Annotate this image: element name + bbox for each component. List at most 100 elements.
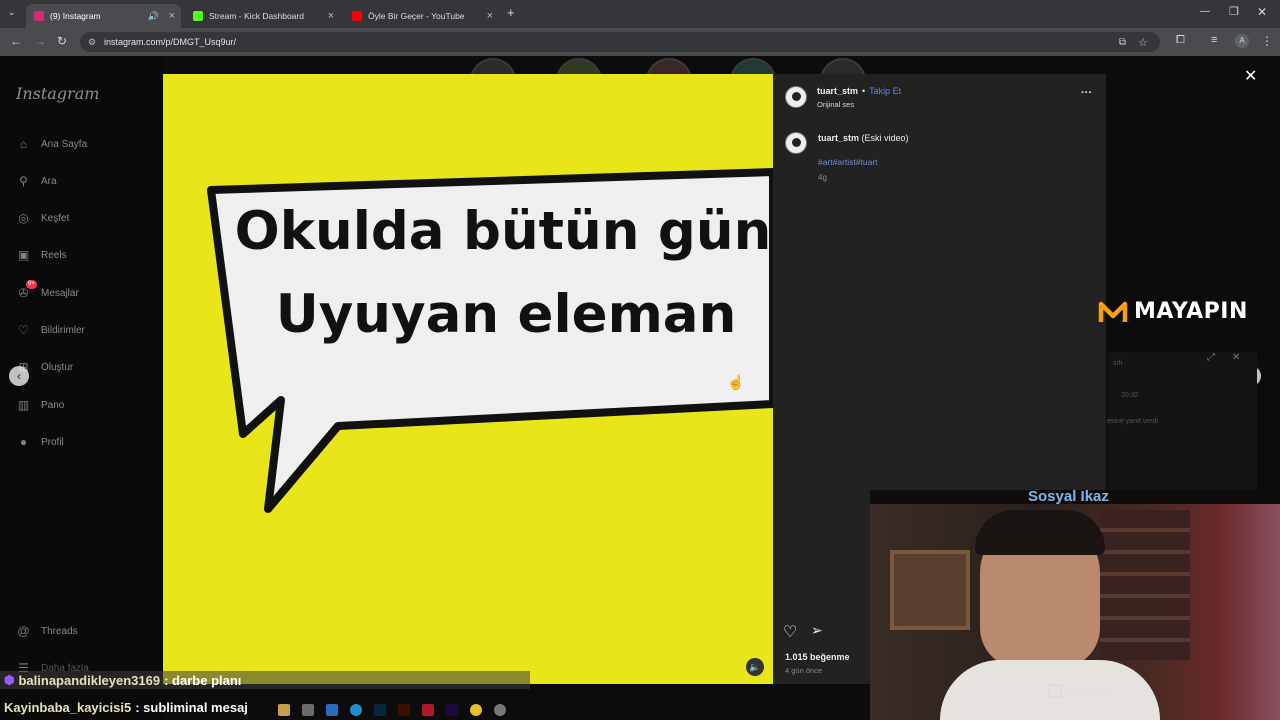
sidebar-item-home[interactable]: ⌂ Ana Sayfa [16,137,87,152]
audio-playing-icon[interactable]: 🔊 [148,11,159,22]
caption-text: (Eski video) [861,133,909,143]
caption-avatar[interactable] [785,132,807,154]
reload-icon[interactable]: ↻ [57,34,67,48]
sidebar-item-threads[interactable]: @ Threads [16,624,77,639]
minimize-icon[interactable]: — [1200,6,1210,17]
messenger-icon: ✇ 9+ [18,280,37,300]
audio-label[interactable]: Orijinal ses [817,100,854,109]
hashtags[interactable]: #art#artist#tuart [818,157,878,167]
close-tab-icon[interactable]: × [169,10,175,22]
sidebar-item-reels[interactable]: ▣ Reels [16,248,67,263]
post-age: 4 gün önce [785,666,823,675]
caption-username[interactable]: tuart_stm [818,133,859,143]
tab-search-icon[interactable]: ⌄ [8,7,16,18]
webcam-overlay: Sosyal Ikaz XSplit VCam [870,490,1280,720]
photoshop-icon[interactable] [374,704,386,716]
forward-icon[interactable]: → [34,34,46,48]
brand-name: MAYAPIN [1134,298,1248,324]
chat-message: ⬢ balinapandikleyen3169 : darbe planı [0,671,530,689]
premiere-icon[interactable] [446,704,458,716]
window-close-icon[interactable]: ✕ [1257,5,1267,19]
close-modal-icon[interactable]: ✕ [1244,66,1257,86]
file-explorer-icon[interactable] [278,704,290,716]
wall-painting [890,550,970,630]
like-count[interactable]: 1.015 beğenme [785,652,850,662]
instagram-sidebar [0,56,163,720]
chrome-icon[interactable] [470,704,482,716]
instagram-favicon-icon [34,11,44,21]
sidebar-item-messages[interactable]: ✇ 9+ Mesajlar [16,280,79,301]
mouse-cursor-icon: ☝ [727,374,745,390]
chat-text: : darbe planı [164,672,242,688]
outlook-icon[interactable] [326,704,338,716]
tab-label: Stream - Kick Dashboard [209,11,304,21]
previous-post-icon[interactable]: ‹ [9,366,29,386]
address-bar[interactable]: ⚙ instagram.com/p/DMGT_Usq9ur/ ⧉ ☆ [80,32,1160,52]
browser-tab-strip: ⌄ (9) Instagram 🔊 × Stream - Kick Dashbo… [0,0,1280,28]
author-username[interactable]: tuart_stm [817,86,858,96]
search-icon: ⚲ [19,174,28,188]
heart-icon: ♡ [18,323,29,337]
share-send-icon[interactable]: ➢ [811,622,823,639]
brand-overlay: MAYAPIN [1098,296,1248,326]
kick-favicon-icon [193,11,203,21]
dashboard-icon: ▥ [17,398,30,412]
profile-avatar[interactable]: A [1235,34,1249,48]
stories-strip [470,58,870,104]
tab-label: Öyle Bir Geçer - YouTube [368,11,465,21]
caption-age: 4g [818,173,827,182]
reels-icon: ▣ [17,248,30,262]
bookmark-star-icon[interactable]: ☆ [1138,36,1148,49]
home-icon: ⌂ [19,137,28,151]
new-tab-button[interactable]: + [507,5,515,20]
taskview-icon[interactable] [302,704,314,716]
xsplit-logo-icon [1048,684,1062,698]
windows-taskbar [270,700,520,720]
caption: tuart_stm (Eski video) [818,133,909,143]
chat-username: balinapandikleyen3169 [18,672,161,688]
sound-toggle-icon[interactable]: 🔈 [746,658,764,676]
post-header: tuart_stm • Takip Et [817,86,902,96]
url-text: instagram.com/p/DMGT_Usq9ur/ [104,37,237,47]
speech-bubble-illustration: Okulda bütün gün Uyuyan eleman [207,168,773,513]
background-chat-widget: sıfı 20:32 esine yanıt verdi ⤢ ✕ [1107,352,1257,492]
chat-username: Kayinbaba_kayicisi5 [4,699,132,715]
close-tab-icon[interactable]: × [328,10,334,22]
sidebar-item-search[interactable]: ⚲ Ara [16,174,56,189]
app-icon[interactable] [422,704,434,716]
restore-icon[interactable]: ❐ [1229,5,1239,18]
sidebar-item-profile[interactable]: ● Profil [16,435,64,450]
sidebar-item-explore[interactable]: ◎ Keşfet [16,211,69,226]
tab-kick[interactable]: Stream - Kick Dashboard × [185,4,340,28]
more-options-icon[interactable]: ··· [1081,87,1092,99]
instagram-logo[interactable]: Instagram [16,84,99,103]
illustrator-icon[interactable] [398,704,410,716]
close-icon[interactable]: ✕ [1232,352,1240,363]
close-tab-icon[interactable]: × [487,10,493,22]
like-heart-icon[interactable]: ♡ [783,622,797,642]
bubble-text-line1: Okulda bütün gün [235,201,772,262]
install-app-icon[interactable]: ⧉ [1119,37,1126,48]
author-avatar[interactable] [785,86,807,108]
bubble-text-line2: Uyuyan eleman [276,284,737,345]
follow-button[interactable]: Takip Et [869,86,901,96]
xsplit-watermark: XSplit VCam [1048,684,1111,698]
back-icon[interactable]: ← [10,34,22,48]
browser-menu-icon[interactable]: ⋮ [1261,34,1273,48]
edge-icon[interactable] [350,704,362,716]
chat-badge-icon: ⬢ [4,673,15,687]
cam-title: Sosyal Ikaz [1028,490,1109,505]
expand-icon[interactable]: ⤢ [1207,352,1215,363]
site-info-icon[interactable]: ⚙ [88,37,96,48]
profile-icon: ● [19,435,28,449]
tab-youtube[interactable]: Öyle Bir Geçer - YouTube × [344,4,499,28]
post-media-video[interactable]: Okulda bütün gün Uyuyan eleman 🔈 [163,74,773,684]
obs-icon[interactable] [494,704,506,716]
media-controls-icon[interactable]: ≡ [1211,34,1217,46]
sidebar-item-notifications[interactable]: ♡ Bildirimler [16,323,85,338]
extensions-icon[interactable]: ⧠ [1176,34,1185,47]
tab-instagram[interactable]: (9) Instagram 🔊 × [26,4,181,28]
sidebar-item-dashboard[interactable]: ▥ Pano [16,398,65,413]
youtube-favicon-icon [352,11,362,21]
chat-message: Kayinbaba_kayicisi5 : subliminal mesaj [0,698,248,716]
